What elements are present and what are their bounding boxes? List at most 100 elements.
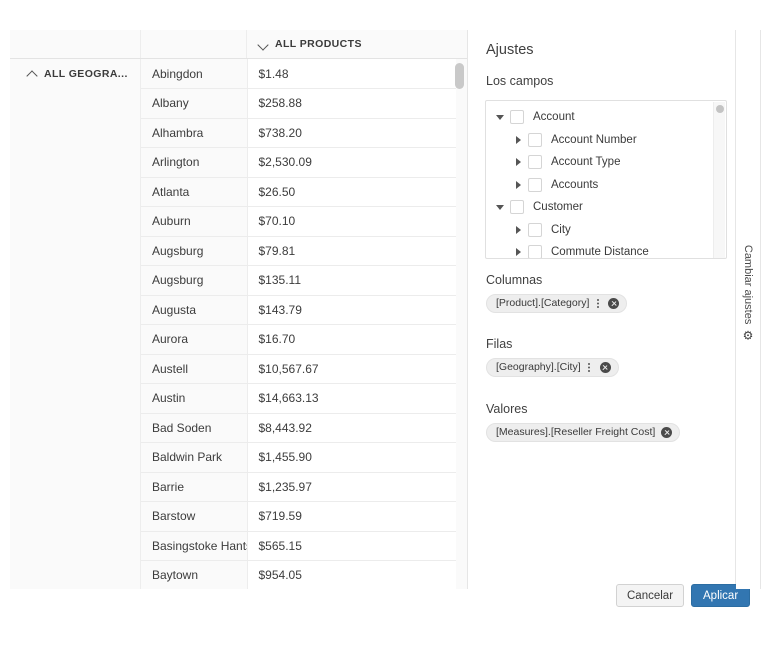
row-value-cell: $1,455.90 xyxy=(247,442,456,473)
row-value-cell: $2,530.09 xyxy=(247,147,456,178)
checkbox-icon[interactable] xyxy=(510,200,524,215)
row-value-cell: $70.10 xyxy=(247,206,456,237)
fields-tree: Account Account Number Account Type Account… xyxy=(486,101,726,259)
table-row[interactable]: Barstow $719.59 xyxy=(141,501,456,532)
row-city-cell: Bad Soden xyxy=(141,413,248,443)
pivot-scrollbar-thumb[interactable] xyxy=(455,63,464,89)
row-city-cell: Austin xyxy=(141,383,248,414)
table-row[interactable]: Augsburg $135.11 xyxy=(141,265,456,296)
tree-node-label: Account Type xyxy=(551,156,621,169)
checkbox-icon[interactable] xyxy=(528,177,542,192)
row-value-cell: $565.15 xyxy=(247,531,456,561)
field-chip[interactable]: [Geography].[City] xyxy=(486,358,619,377)
table-row[interactable]: Baldwin Park $1,455.90 xyxy=(141,442,456,473)
row-city-cell: Atlanta xyxy=(141,177,248,207)
triangle-right-icon[interactable] xyxy=(512,156,524,168)
field-chip-label: [Measures].[Reseller Freight Cost] xyxy=(496,426,656,439)
table-row[interactable]: Albany $258.88 xyxy=(141,88,456,119)
cancel-button[interactable]: Cancelar xyxy=(616,584,685,607)
checkbox-icon[interactable] xyxy=(528,155,542,170)
remove-field-icon[interactable] xyxy=(661,427,673,438)
table-row[interactable]: Austell $10,567.67 xyxy=(141,354,456,384)
row-city-cell: Barstow xyxy=(141,501,248,532)
triangle-right-icon[interactable] xyxy=(512,179,524,191)
row-city-cell: Barrie xyxy=(141,472,248,502)
row-city-cell: Abingdon xyxy=(141,59,248,89)
row-city-cell: Austell xyxy=(141,354,248,384)
table-row[interactable]: Basingstoke Hants $565.15 xyxy=(141,531,456,561)
table-row[interactable]: Abingdon $1.48 xyxy=(141,59,456,89)
zone-label-filas: Filas xyxy=(486,337,513,351)
row-value-cell: $258.88 xyxy=(247,88,456,119)
table-row[interactable]: Auburn $70.10 xyxy=(141,206,456,237)
tree-node[interactable]: Account Type xyxy=(486,151,726,174)
remove-field-icon[interactable] xyxy=(599,362,611,373)
drag-handle-icon[interactable] xyxy=(593,298,602,310)
row-city-cell: Augsburg xyxy=(141,265,248,296)
row-city-cell: Basingstoke Hants xyxy=(141,531,248,561)
row-value-cell: $16.70 xyxy=(247,324,456,355)
row-city-cell: Augsburg xyxy=(141,236,248,266)
chevron-up-icon xyxy=(27,68,38,79)
pivot-data-table: Abingdon $1.48 Albany $258.88 Alhambra $738.2… xyxy=(141,59,456,589)
table-row[interactable]: Augusta $143.79 xyxy=(141,295,456,325)
tree-node[interactable]: Accounts xyxy=(486,174,726,197)
settings-panel: Ajustes Los campos Account Account Number… xyxy=(469,30,751,607)
triangle-down-icon[interactable] xyxy=(494,201,506,213)
row-city-cell: Augusta xyxy=(141,295,248,325)
table-row[interactable]: Augsburg $79.81 xyxy=(141,236,456,266)
field-chip[interactable]: [Product].[Category] xyxy=(486,294,628,313)
field-chip-label: [Product].[Category] xyxy=(496,297,590,310)
change-settings-tab[interactable]: Cambiar ajustes ⚙ xyxy=(736,30,761,589)
row-value-cell: $135.11 xyxy=(247,265,456,296)
table-row[interactable]: Baytown $954.05 xyxy=(141,560,456,589)
table-row[interactable]: Bad Soden $8,443.92 xyxy=(141,413,456,443)
row-value-cell: $719.59 xyxy=(247,501,456,532)
table-row[interactable]: Alhambra $738.20 xyxy=(141,118,456,148)
field-chip[interactable]: [Measures].[Reseller Freight Cost] xyxy=(486,423,681,442)
checkbox-icon[interactable] xyxy=(528,222,542,237)
fields-scrollbar-thumb[interactable] xyxy=(716,105,724,113)
tree-node[interactable]: Customer xyxy=(486,196,726,219)
table-row[interactable]: Atlanta $26.50 xyxy=(141,177,456,207)
pivot-corner-cell xyxy=(10,30,141,58)
row-value-cell: $10,567.67 xyxy=(247,354,456,384)
fields-tree-box[interactable]: Account Account Number Account Type Account… xyxy=(485,100,727,259)
pivot-vertical-scrollbar[interactable] xyxy=(454,59,465,589)
change-settings-tab-inner: Cambiar ajustes ⚙ xyxy=(742,245,754,343)
pivot-corner-cell-2 xyxy=(141,30,247,58)
table-row[interactable]: Aurora $16.70 xyxy=(141,324,456,355)
column-header-label: ALL PRODUCTS xyxy=(275,38,362,50)
table-row[interactable]: Barrie $1,235.97 xyxy=(141,472,456,502)
row-value-cell: $954.05 xyxy=(247,560,456,589)
row-city-cell: Alhambra xyxy=(141,118,248,148)
triangle-down-icon[interactable] xyxy=(494,111,506,123)
tree-node[interactable]: Account xyxy=(486,106,726,129)
table-row[interactable]: Austin $14,663.13 xyxy=(141,383,456,414)
tree-node[interactable]: Account Number xyxy=(486,129,726,152)
checkbox-icon[interactable] xyxy=(510,110,524,125)
row-city-cell: Aurora xyxy=(141,324,248,355)
checkbox-icon[interactable] xyxy=(528,245,542,258)
row-value-cell: $8,443.92 xyxy=(247,413,456,443)
fields-scrollbar[interactable] xyxy=(713,102,725,258)
triangle-right-icon[interactable] xyxy=(512,224,524,236)
row-header-all-geography[interactable]: ALL GEOGRA... xyxy=(10,59,141,589)
checkbox-icon[interactable] xyxy=(528,132,542,147)
tree-node-label: Account xyxy=(533,111,575,124)
pivot-data-area: Abingdon $1.48 Albany $258.88 Alhambra $738.2… xyxy=(141,59,456,589)
triangle-right-icon[interactable] xyxy=(512,246,524,258)
column-header-all-products[interactable]: ALL PRODUCTS xyxy=(247,30,467,58)
drag-handle-icon[interactable] xyxy=(585,362,594,374)
tree-node[interactable]: City xyxy=(486,219,726,242)
table-row[interactable]: Arlington $2,530.09 xyxy=(141,147,456,178)
fields-section-label: Los campos xyxy=(486,74,554,88)
triangle-right-icon[interactable] xyxy=(512,134,524,146)
tree-node-label: Commute Distance xyxy=(551,246,649,259)
remove-field-icon[interactable] xyxy=(608,298,620,309)
row-value-cell: $26.50 xyxy=(247,177,456,207)
row-header-inner: ALL GEOGRA... xyxy=(27,68,140,80)
row-header-label: ALL GEOGRA... xyxy=(44,68,128,80)
pivot-body: ALL GEOGRA... Abingdon $1.48 Albany $258.88… xyxy=(10,59,467,589)
tree-node[interactable]: Commute Distance xyxy=(486,241,726,259)
